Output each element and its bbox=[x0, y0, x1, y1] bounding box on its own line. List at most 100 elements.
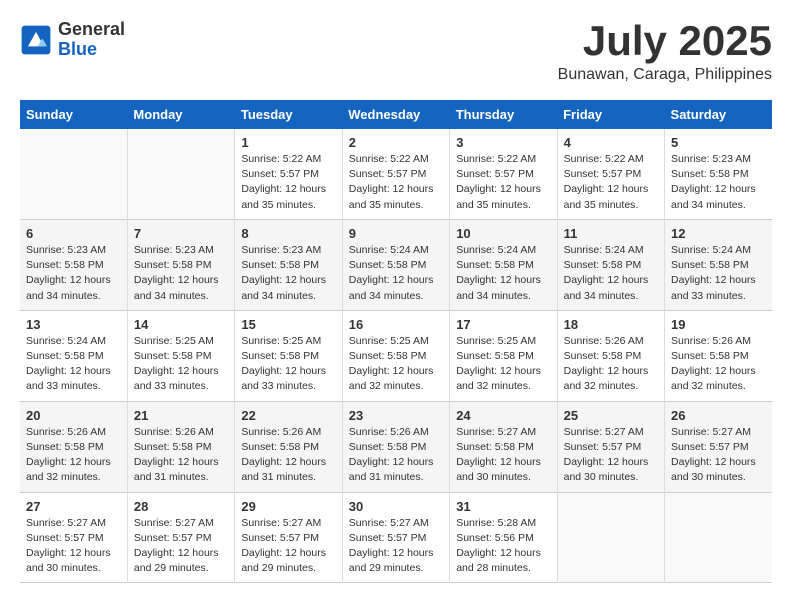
day-info: Sunrise: 5:23 AM Sunset: 5:58 PM Dayligh… bbox=[134, 243, 228, 304]
day-number: 9 bbox=[349, 226, 443, 241]
day-info: Sunrise: 5:25 AM Sunset: 5:58 PM Dayligh… bbox=[134, 334, 228, 395]
day-info: Sunrise: 5:27 AM Sunset: 5:57 PM Dayligh… bbox=[349, 516, 443, 577]
day-number: 12 bbox=[671, 226, 766, 241]
day-number: 31 bbox=[456, 499, 550, 514]
day-info: Sunrise: 5:26 AM Sunset: 5:58 PM Dayligh… bbox=[134, 425, 228, 486]
cell-w5-d5 bbox=[557, 492, 664, 583]
cell-w3-d6: 19 Sunrise: 5:26 AM Sunset: 5:58 PM Dayli… bbox=[665, 310, 772, 401]
cell-w1-d4: 3 Sunrise: 5:22 AM Sunset: 5:57 PM Daylig… bbox=[450, 129, 557, 219]
day-info: Sunrise: 5:23 AM Sunset: 5:58 PM Dayligh… bbox=[26, 243, 121, 304]
calendar-table: Sunday Monday Tuesday Wednesday Thursday… bbox=[20, 100, 772, 583]
day-number: 24 bbox=[456, 408, 550, 423]
day-number: 28 bbox=[134, 499, 228, 514]
title-block: July 2025 Bunawan, Caraga, Philippines bbox=[558, 20, 772, 84]
day-number: 22 bbox=[241, 408, 335, 423]
cell-w3-d1: 14 Sunrise: 5:25 AM Sunset: 5:58 PM Dayli… bbox=[127, 310, 234, 401]
day-info: Sunrise: 5:26 AM Sunset: 5:58 PM Dayligh… bbox=[671, 334, 766, 395]
cell-w2-d3: 9Sunrise: 5:24 AM Sunset: 5:58 PM Daylig… bbox=[342, 219, 449, 310]
logo-general: General bbox=[58, 20, 125, 40]
cell-w4-d1: 21 Sunrise: 5:26 AM Sunset: 5:58 PM Dayli… bbox=[127, 401, 234, 492]
logo-blue: Blue bbox=[58, 40, 125, 60]
day-info: Sunrise: 5:24 AM Sunset: 5:58 PM Dayligh… bbox=[671, 243, 766, 304]
day-info: Sunrise: 5:27 AM Sunset: 5:57 PM Dayligh… bbox=[241, 516, 335, 577]
cell-w2-d1: 7Sunrise: 5:23 AM Sunset: 5:58 PM Daylig… bbox=[127, 219, 234, 310]
day-info: Sunrise: 5:23 AM Sunset: 5:58 PM Dayligh… bbox=[671, 152, 766, 213]
header-wednesday: Wednesday bbox=[342, 100, 449, 129]
cell-w4-d4: 24 Sunrise: 5:27 AM Sunset: 5:58 PM Dayli… bbox=[450, 401, 557, 492]
cell-w5-d6 bbox=[665, 492, 772, 583]
day-info: Sunrise: 5:23 AM Sunset: 5:58 PM Dayligh… bbox=[241, 243, 335, 304]
cell-w1-d0 bbox=[20, 129, 127, 219]
day-number: 21 bbox=[134, 408, 228, 423]
cell-w2-d4: 10 Sunrise: 5:24 AM Sunset: 5:58 PM Dayli… bbox=[450, 219, 557, 310]
day-info: Sunrise: 5:24 AM Sunset: 5:58 PM Dayligh… bbox=[456, 243, 550, 304]
cell-w1-d3: 2Sunrise: 5:22 AM Sunset: 5:57 PM Daylig… bbox=[342, 129, 449, 219]
cell-w1-d2: 1Sunrise: 5:22 AM Sunset: 5:57 PM Daylig… bbox=[235, 129, 342, 219]
cell-w4-d5: 25Sunrise: 5:27 AM Sunset: 5:57 PM Dayli… bbox=[557, 401, 664, 492]
day-info: Sunrise: 5:24 AM Sunset: 5:58 PM Dayligh… bbox=[564, 243, 658, 304]
cell-w1-d5: 4 Sunrise: 5:22 AM Sunset: 5:57 PM Daylig… bbox=[557, 129, 664, 219]
week-row-4: 20Sunrise: 5:26 AM Sunset: 5:58 PM Dayli… bbox=[20, 401, 772, 492]
page-header: General Blue July 2025 Bunawan, Caraga, … bbox=[20, 20, 772, 84]
day-info: Sunrise: 5:26 AM Sunset: 5:58 PM Dayligh… bbox=[564, 334, 658, 395]
cell-w3-d5: 18 Sunrise: 5:26 AM Sunset: 5:58 PM Dayli… bbox=[557, 310, 664, 401]
cell-w5-d1: 28 Sunrise: 5:27 AM Sunset: 5:57 PM Dayli… bbox=[127, 492, 234, 583]
cell-w2-d5: 11 Sunrise: 5:24 AM Sunset: 5:58 PM Dayli… bbox=[557, 219, 664, 310]
day-number: 18 bbox=[564, 317, 658, 332]
cell-w3-d0: 13 Sunrise: 5:24 AM Sunset: 5:58 PM Dayli… bbox=[20, 310, 127, 401]
cell-w3-d3: 16 Sunrise: 5:25 AM Sunset: 5:58 PM Dayli… bbox=[342, 310, 449, 401]
day-info: Sunrise: 5:22 AM Sunset: 5:57 PM Dayligh… bbox=[456, 152, 550, 213]
cell-w4-d2: 22 Sunrise: 5:26 AM Sunset: 5:58 PM Dayli… bbox=[235, 401, 342, 492]
cell-w1-d6: 5 Sunrise: 5:23 AM Sunset: 5:58 PM Daylig… bbox=[665, 129, 772, 219]
week-row-3: 13 Sunrise: 5:24 AM Sunset: 5:58 PM Dayli… bbox=[20, 310, 772, 401]
day-number: 10 bbox=[456, 226, 550, 241]
cell-w5-d0: 27Sunrise: 5:27 AM Sunset: 5:57 PM Dayli… bbox=[20, 492, 127, 583]
day-info: Sunrise: 5:27 AM Sunset: 5:57 PM Dayligh… bbox=[134, 516, 228, 577]
week-row-2: 6 Sunrise: 5:23 AM Sunset: 5:58 PM Daylig… bbox=[20, 219, 772, 310]
day-info: Sunrise: 5:25 AM Sunset: 5:58 PM Dayligh… bbox=[349, 334, 443, 395]
day-number: 4 bbox=[564, 135, 658, 150]
week-row-5: 27Sunrise: 5:27 AM Sunset: 5:57 PM Dayli… bbox=[20, 492, 772, 583]
cell-w2-d2: 8 Sunrise: 5:23 AM Sunset: 5:58 PM Daylig… bbox=[235, 219, 342, 310]
day-info: Sunrise: 5:26 AM Sunset: 5:58 PM Dayligh… bbox=[349, 425, 443, 486]
cell-w5-d4: 31 Sunrise: 5:28 AM Sunset: 5:56 PM Dayli… bbox=[450, 492, 557, 583]
day-number: 8 bbox=[241, 226, 335, 241]
logo-text: General Blue bbox=[58, 20, 125, 60]
day-number: 3 bbox=[456, 135, 550, 150]
cell-w4-d0: 20Sunrise: 5:26 AM Sunset: 5:58 PM Dayli… bbox=[20, 401, 127, 492]
day-number: 16 bbox=[349, 317, 443, 332]
day-info: Sunrise: 5:24 AM Sunset: 5:58 PM Dayligh… bbox=[26, 334, 121, 395]
cell-w3-d4: 17Sunrise: 5:25 AM Sunset: 5:58 PM Dayli… bbox=[450, 310, 557, 401]
cell-w5-d3: 30 Sunrise: 5:27 AM Sunset: 5:57 PM Dayli… bbox=[342, 492, 449, 583]
month-title: July 2025 bbox=[558, 20, 772, 62]
header-saturday: Saturday bbox=[665, 100, 772, 129]
day-info: Sunrise: 5:27 AM Sunset: 5:58 PM Dayligh… bbox=[456, 425, 550, 486]
day-info: Sunrise: 5:26 AM Sunset: 5:58 PM Dayligh… bbox=[26, 425, 121, 486]
cell-w2-d0: 6 Sunrise: 5:23 AM Sunset: 5:58 PM Daylig… bbox=[20, 219, 127, 310]
day-number: 6 bbox=[26, 226, 121, 241]
day-info: Sunrise: 5:28 AM Sunset: 5:56 PM Dayligh… bbox=[456, 516, 550, 577]
day-number: 14 bbox=[134, 317, 228, 332]
day-info: Sunrise: 5:27 AM Sunset: 5:57 PM Dayligh… bbox=[26, 516, 121, 577]
logo-icon bbox=[20, 24, 52, 56]
logo: General Blue bbox=[20, 20, 125, 60]
day-number: 23 bbox=[349, 408, 443, 423]
day-number: 25 bbox=[564, 408, 658, 423]
week-row-1: 1Sunrise: 5:22 AM Sunset: 5:57 PM Daylig… bbox=[20, 129, 772, 219]
day-number: 11 bbox=[564, 226, 658, 241]
day-number: 13 bbox=[26, 317, 121, 332]
day-info: Sunrise: 5:26 AM Sunset: 5:58 PM Dayligh… bbox=[241, 425, 335, 486]
day-number: 5 bbox=[671, 135, 766, 150]
day-number: 30 bbox=[349, 499, 443, 514]
day-info: Sunrise: 5:22 AM Sunset: 5:57 PM Dayligh… bbox=[564, 152, 658, 213]
header-friday: Friday bbox=[557, 100, 664, 129]
day-info: Sunrise: 5:22 AM Sunset: 5:57 PM Dayligh… bbox=[241, 152, 335, 213]
header-thursday: Thursday bbox=[450, 100, 557, 129]
day-number: 2 bbox=[349, 135, 443, 150]
day-number: 19 bbox=[671, 317, 766, 332]
header-monday: Monday bbox=[127, 100, 234, 129]
location-title: Bunawan, Caraga, Philippines bbox=[558, 66, 772, 84]
day-info: Sunrise: 5:25 AM Sunset: 5:58 PM Dayligh… bbox=[241, 334, 335, 395]
header-row: Sunday Monday Tuesday Wednesday Thursday… bbox=[20, 100, 772, 129]
cell-w2-d6: 12 Sunrise: 5:24 AM Sunset: 5:58 PM Dayli… bbox=[665, 219, 772, 310]
